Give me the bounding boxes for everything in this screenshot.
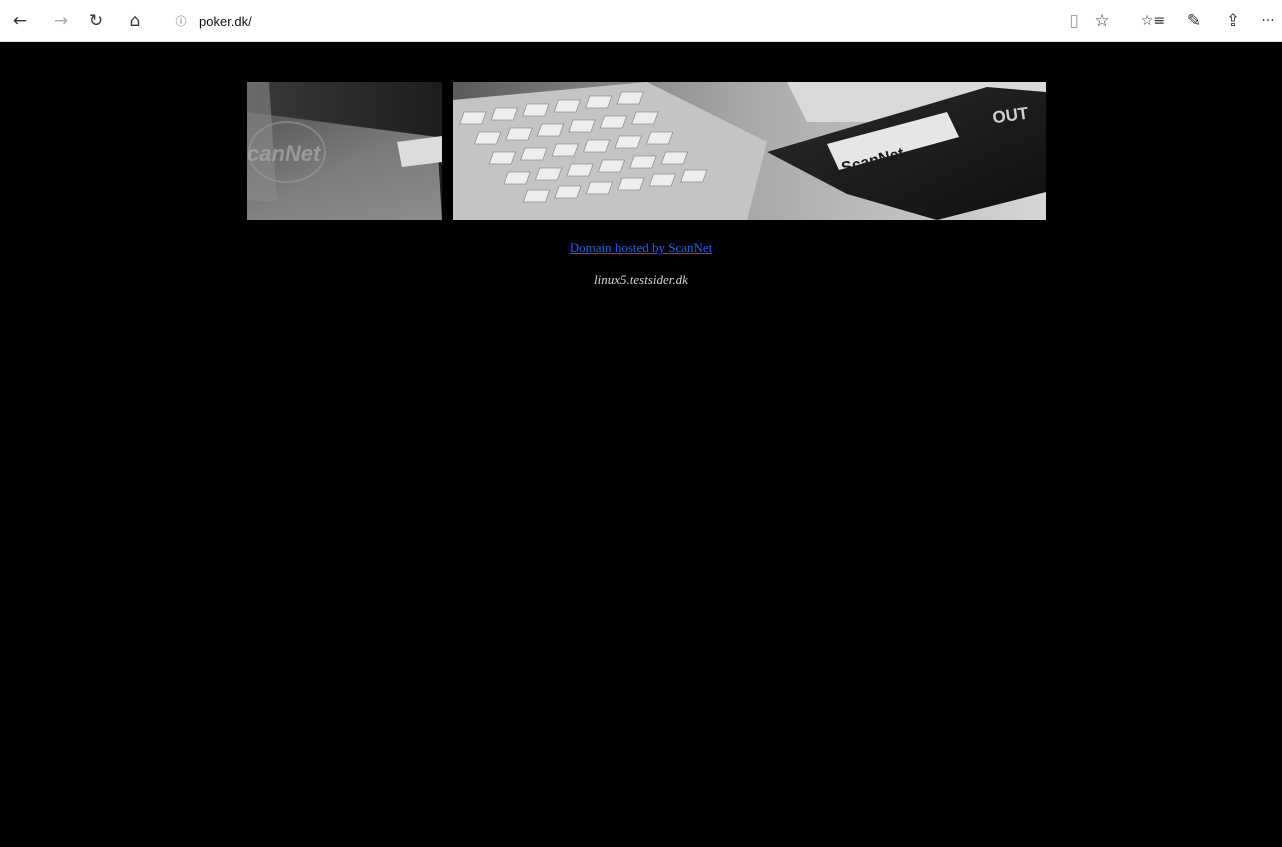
page-content: canNet ScanNet OUT Domain hosted by Scan…: [0, 42, 1282, 847]
home-button[interactable]: ⌂: [121, 7, 149, 35]
refresh-icon: ↻: [88, 11, 104, 31]
back-arrow-icon: ←: [12, 11, 28, 31]
share-icon: ⇪: [1225, 11, 1241, 31]
reading-view-button[interactable]: ▯: [1060, 7, 1088, 35]
back-button[interactable]: ←: [6, 7, 34, 35]
star-icon: ☆: [1094, 11, 1110, 31]
url-text[interactable]: poker.dk/: [199, 14, 252, 29]
more-icon: ···: [1261, 13, 1275, 29]
add-favorite-button[interactable]: ☆: [1088, 7, 1116, 35]
server-hostname: linux5.testsider.dk: [594, 272, 688, 287]
favorites-button[interactable]: ☆≡: [1139, 7, 1167, 35]
share-button[interactable]: ⇪: [1219, 7, 1247, 35]
forward-button[interactable]: →: [47, 7, 75, 35]
forward-arrow-icon: →: [53, 11, 69, 31]
reading-view-icon: ▯: [1069, 11, 1079, 31]
banner-image: canNet ScanNet OUT: [247, 82, 1046, 220]
banner-left-logo: canNet: [247, 141, 322, 166]
refresh-button[interactable]: ↻: [82, 7, 110, 35]
site-info-icon[interactable]: ⓘ: [172, 12, 190, 30]
pen-icon: ✎: [1186, 11, 1202, 31]
favorites-list-icon: ☆≡: [1140, 13, 1166, 29]
home-icon: ⌂: [129, 11, 141, 31]
scannet-hosting-link[interactable]: Domain hosted by ScanNet: [0, 240, 1282, 256]
more-button[interactable]: ···: [1254, 7, 1282, 35]
address-bar[interactable]: ⓘ poker.dk/: [172, 8, 1052, 34]
browser-toolbar: ← → ↻ ⌂ ⓘ poker.dk/ ▯ ☆ ☆≡ ✎ ⇪ ···: [0, 0, 1282, 42]
web-note-button[interactable]: ✎: [1180, 7, 1208, 35]
